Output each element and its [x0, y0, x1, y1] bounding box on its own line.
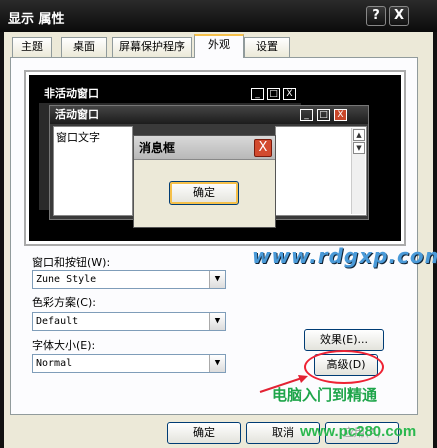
tab-themes[interactable]: 主题 [12, 37, 52, 57]
dropdown-arrow-icon[interactable]: ▼ [209, 355, 225, 372]
close-button[interactable]: X [389, 6, 409, 26]
minimize-icon: _ [300, 109, 313, 121]
help-button[interactable]: ? [366, 6, 386, 26]
maximize-icon: □ [317, 109, 330, 121]
dropdown-arrow-icon[interactable]: ▼ [209, 313, 225, 330]
close-icon: X [283, 88, 296, 100]
close-icon: X [254, 139, 272, 157]
message-box-ok-button: 确定 [169, 181, 239, 205]
scroll-down-icon: ▼ [353, 142, 365, 154]
ok-button[interactable]: 确定 [167, 422, 241, 444]
preview-scroll-area: ▲ ▼ [275, 126, 367, 216]
watermark-site: www.rdgxp.com [252, 244, 437, 268]
scroll-up-icon: ▲ [353, 129, 365, 141]
font-size-value: Normal [36, 358, 73, 369]
appearance-preview: 非活动窗口 _ □ X 活动窗口 _ □ X 窗口文字 ▲ ▼ 消息框 X 确定 [24, 70, 406, 246]
dropdown-arrow-icon[interactable]: ▼ [209, 271, 225, 288]
tab-settings[interactable]: 设置 [244, 37, 290, 57]
font-size-label: 字体大小(E): [32, 339, 96, 352]
highlight-oval [304, 350, 384, 384]
close-icon: X [334, 109, 347, 121]
font-size-select[interactable]: Normal ▼ [32, 354, 226, 373]
windows-buttons-value: Zune Style [36, 274, 97, 285]
windows-buttons-select[interactable]: Zune Style ▼ [32, 270, 226, 289]
tab-desktop[interactable]: 桌面 [61, 37, 107, 57]
tab-screensaver[interactable]: 屏幕保护程序 [112, 37, 192, 57]
minimize-icon: _ [251, 88, 264, 100]
window-text-sample: 窗口文字 [53, 126, 133, 216]
color-scheme-select[interactable]: Default ▼ [32, 312, 226, 331]
maximize-icon: □ [267, 88, 280, 100]
effects-button[interactable]: 效果(E)... [304, 329, 384, 351]
windows-buttons-label: 窗口和按钮(W): [32, 256, 111, 269]
watermark-site-2: www.pc280.com [300, 423, 417, 440]
preview-scrollbar: ▲ ▼ [351, 128, 365, 214]
title-bar: 显示 属性 ? X [0, 0, 437, 32]
tab-appearance[interactable]: 外观 [194, 34, 244, 58]
window-title: 显示 属性 [8, 12, 65, 27]
color-scheme-value: Default [36, 316, 79, 327]
color-scheme-label: 色彩方案(C): [32, 296, 96, 309]
preview-message-box: 消息框 X 确定 [133, 135, 276, 228]
display-properties-window: 显示 属性 ? X 主题 桌面 屏幕保护程序 外观 设置 非活动窗口 _ □ X… [0, 0, 437, 448]
watermark-caption: 电脑入门到精通 [272, 386, 378, 404]
preview-desktop: 非活动窗口 _ □ X 活动窗口 _ □ X 窗口文字 ▲ ▼ 消息框 X 确定 [29, 75, 401, 241]
